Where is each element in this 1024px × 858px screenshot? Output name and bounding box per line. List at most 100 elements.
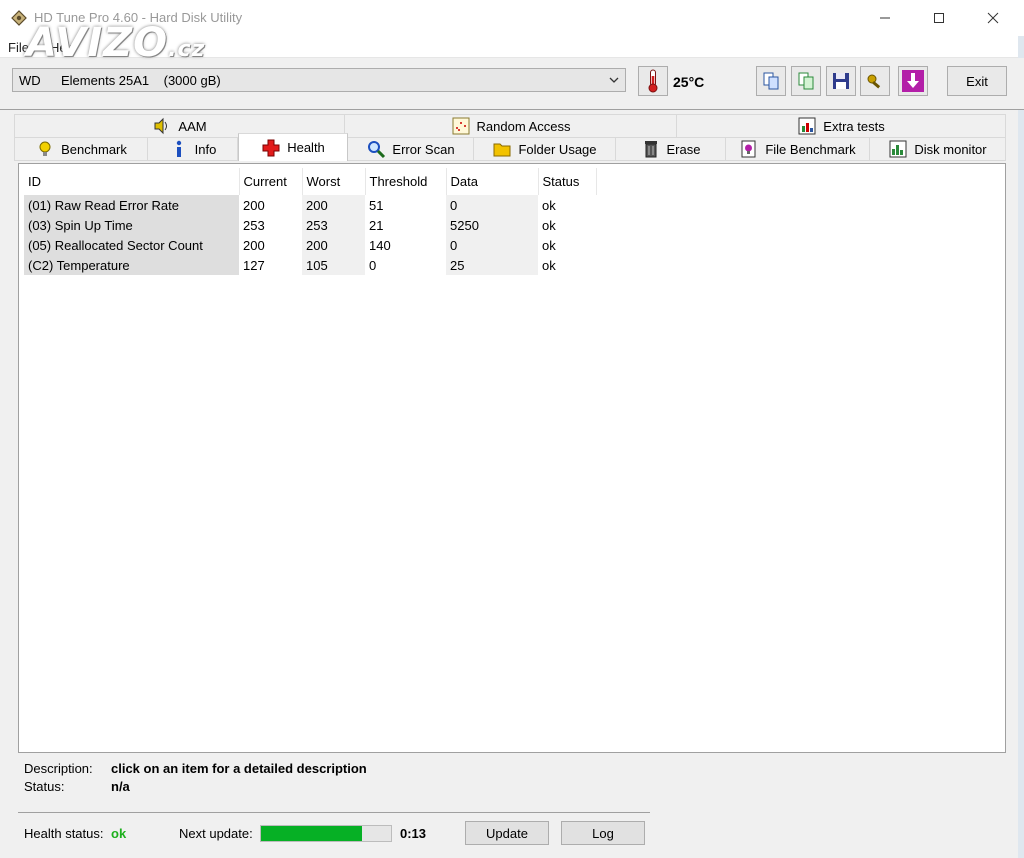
cell-data: 5250 (446, 215, 538, 235)
copy-info-button[interactable] (756, 66, 786, 96)
description-label: Description: (24, 761, 93, 776)
drive-select[interactable]: WD Elements 25A1 (3000 gB) (12, 68, 626, 92)
tab-folder-usage[interactable]: Folder Usage (474, 137, 616, 161)
column-header-threshold[interactable]: Threshold (365, 168, 447, 195)
column-header-current[interactable]: Current (239, 168, 303, 195)
cell-worst: 253 (302, 215, 365, 235)
watermark-logo: AVIZO.cz (26, 20, 205, 66)
tab-extra-tests-label: Extra tests (823, 118, 885, 134)
table-row[interactable]: (01) Raw Read Error Rate 200 200 51 0 ok (24, 195, 596, 215)
update-progress-fill (261, 826, 363, 841)
tab-error-scan[interactable]: Error Scan (348, 137, 474, 161)
cell-id: (03) Spin Up Time (24, 215, 239, 235)
folder-icon (492, 139, 512, 159)
cell-worst: 200 (302, 195, 365, 215)
drive-model: Elements 25A1 (3000 gB) (61, 73, 221, 88)
log-button[interactable]: Log (561, 821, 645, 845)
maximize-button[interactable] (916, 0, 962, 36)
speaker-icon (152, 116, 172, 136)
tab-random-access[interactable]: Random Access (345, 114, 677, 138)
cell-current: 127 (243, 257, 265, 273)
cell-status: ok (542, 237, 556, 253)
cell-threshold: 51 (369, 197, 384, 213)
status-value: n/a (111, 779, 130, 794)
tab-row-bottom: Benchmark Info Health Error Scan Folder … (14, 133, 1006, 161)
tab-benchmark[interactable]: Benchmark (14, 137, 148, 161)
next-update-label: Next update: (179, 826, 253, 841)
tab-info[interactable]: Info (148, 137, 238, 161)
tab-disk-monitor[interactable]: Disk monitor (870, 137, 1006, 161)
exit-button[interactable]: Exit (947, 66, 1007, 96)
lightbulb-icon (35, 139, 55, 159)
tab-extra-tests[interactable]: Extra tests (677, 114, 1006, 138)
tab-folder-usage-label: Folder Usage (518, 141, 597, 157)
update-progress-bar (260, 825, 392, 842)
tab-health[interactable]: Health (238, 133, 348, 161)
description-value: click on an item for a detailed descript… (111, 761, 367, 776)
health-status-value: ok (111, 826, 127, 841)
cell-status: ok (542, 257, 556, 273)
divider (18, 812, 650, 813)
file-bulb-icon (739, 139, 759, 159)
wrench-icon (867, 74, 881, 89)
info-icon (169, 139, 189, 159)
tab-benchmark-label: Benchmark (61, 141, 127, 157)
health-status-label: Health status: (24, 826, 104, 841)
save-button[interactable] (826, 66, 856, 96)
cell-id: (05) Reallocated Sector Count (24, 235, 239, 255)
copy-all-button[interactable] (791, 66, 821, 96)
cell-data: 0 (446, 195, 538, 215)
tab-erase[interactable]: Erase (616, 137, 726, 161)
maximize-icon (934, 13, 944, 23)
download-button[interactable] (898, 66, 928, 96)
temperature-indicator (638, 66, 668, 96)
cell-threshold: 21 (369, 217, 384, 233)
floppy-icon (833, 73, 849, 89)
smart-table: ID Current Worst Threshold Data Status (… (24, 168, 597, 275)
cell-current: 200 (243, 197, 265, 213)
thermometer-icon (648, 69, 658, 93)
column-header-data[interactable]: Data (446, 168, 539, 195)
table-row[interactable]: (C2) Temperature 127 105 0 25 ok (24, 255, 596, 275)
options-button[interactable] (860, 66, 890, 96)
column-header-id[interactable]: ID (24, 168, 240, 195)
tab-aam-label: AAM (178, 118, 207, 134)
watermark-suffix: .cz (168, 37, 206, 62)
tab-disk-monitor-label: Disk monitor (914, 141, 987, 157)
column-header-worst[interactable]: Worst (302, 168, 366, 195)
cell-current: 253 (243, 217, 265, 233)
window-edge (1018, 36, 1024, 858)
tab-health-label: Health (287, 140, 325, 155)
chart-icon (797, 116, 817, 136)
column-header-status[interactable]: Status (538, 168, 597, 195)
table-header-row: ID Current Worst Threshold Data Status (24, 168, 597, 195)
table-row[interactable]: (05) Reallocated Sector Count 200 200 14… (24, 235, 596, 255)
tab-error-scan-label: Error Scan (392, 141, 455, 157)
status-label: Status: (24, 779, 65, 794)
cell-current: 200 (243, 237, 265, 253)
cross-icon (261, 138, 281, 158)
trash-icon (641, 139, 661, 159)
cell-threshold: 140 (369, 237, 391, 253)
chevron-down-icon (609, 77, 619, 83)
monitor-chart-icon (888, 139, 908, 159)
copy-icon (763, 72, 779, 90)
minimize-button[interactable] (862, 0, 908, 36)
temperature-value: 25°C (673, 74, 705, 90)
cell-id: (01) Raw Read Error Rate (24, 195, 239, 215)
close-icon (987, 12, 999, 24)
tab-file-benchmark[interactable]: File Benchmark (726, 137, 870, 161)
update-button[interactable]: Update (465, 821, 549, 845)
cell-data: 0 (446, 235, 538, 255)
health-panel: ID Current Worst Threshold Data Status (… (18, 163, 1006, 753)
scatter-icon (451, 116, 471, 136)
cell-worst: 200 (302, 235, 365, 255)
download-arrow-icon (902, 70, 924, 92)
next-update-countdown: 0:13 (400, 826, 427, 841)
table-row[interactable]: (03) Spin Up Time 253 253 21 5250 ok (24, 215, 596, 235)
close-button[interactable] (970, 0, 1016, 36)
cell-worst: 105 (302, 255, 365, 275)
drive-brand: WD (19, 73, 41, 88)
minimize-icon (880, 17, 890, 19)
tab-erase-label: Erase (666, 141, 701, 157)
